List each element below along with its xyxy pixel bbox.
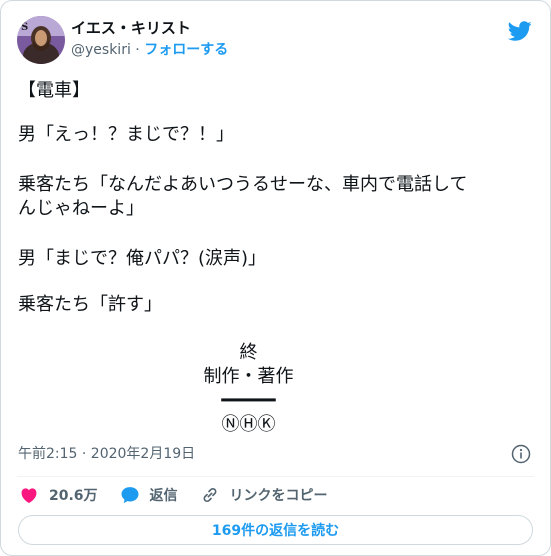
tweet-card: S イエス・キリスト @yeskiri · フォローする 【電車】 男「えっ！？… — [0, 0, 551, 556]
action-bar: 20.6万 返信 リンクをコピー — [19, 483, 350, 507]
like-button[interactable]: 20.6万 — [19, 485, 98, 505]
follow-link[interactable]: フォローする — [144, 42, 228, 58]
credits-end: 終 — [239, 342, 258, 363]
twitter-bird-icon[interactable] — [508, 19, 532, 43]
handle-line: @yeskiri · フォローする — [71, 40, 228, 60]
display-name[interactable]: イエス・キリスト — [71, 18, 191, 38]
tweet-paragraph: 男「えっ！？まじで？！」 — [18, 124, 234, 145]
reply-label: 返信 — [149, 488, 178, 504]
user-handle[interactable]: @yeskiri — [71, 42, 131, 58]
reply-bubble-icon — [121, 487, 139, 504]
tweet-timestamp[interactable]: 午前2:15 · 2020年2月19日 — [18, 444, 195, 464]
copy-link-button[interactable]: リンクをコピー — [200, 485, 328, 505]
credits-rule: ━━━━━ — [221, 390, 276, 411]
tweet-paragraph: 乗客たち「なんだよあいつうるせーな、車内で電話して んじゃねーよ」 — [18, 174, 468, 219]
credits-broadcaster: ⓃⒽⓀ — [221, 414, 276, 435]
read-replies-button[interactable]: 169件の返信を読む — [18, 515, 533, 545]
heart-icon — [21, 488, 37, 503]
divider — [17, 476, 534, 477]
tweet-paragraph: 男「まじで？俺パパ？(涙声)」 — [18, 248, 267, 269]
tweet-paragraph: 乗客たち「許す」 — [18, 294, 162, 315]
avatar[interactable]: S — [17, 16, 65, 64]
reply-button[interactable]: 返信 — [120, 485, 178, 505]
separator-dot: · — [130, 42, 145, 58]
tweet-paragraph: 【電車】 — [18, 80, 90, 101]
link-icon — [203, 487, 217, 503]
svg-text:S: S — [21, 22, 28, 33]
like-count: 20.6万 — [49, 488, 98, 504]
copy-link-label: リンクをコピー — [229, 488, 328, 504]
info-icon[interactable] — [511, 444, 531, 464]
credits-production: 制作・著作 — [203, 366, 294, 387]
